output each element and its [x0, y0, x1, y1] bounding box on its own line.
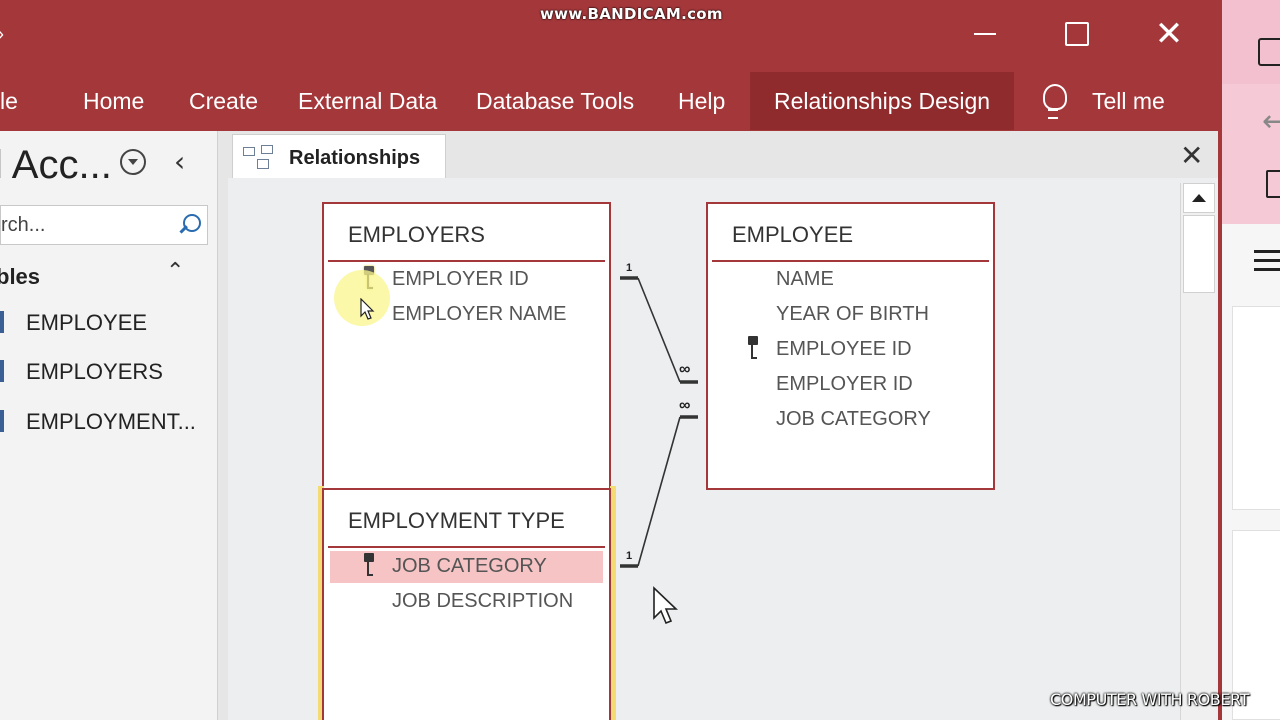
- tell-me-search[interactable]: Tell me: [1092, 72, 1165, 130]
- nav-search-input[interactable]: rch...: [0, 205, 208, 245]
- ribbon-tabs: le Home Create External Data Database To…: [0, 72, 1218, 130]
- tab-database-tools[interactable]: Database Tools: [476, 72, 634, 130]
- close-document-button[interactable]: ✕: [1180, 139, 1203, 172]
- document-tab-label: Relationships: [289, 147, 421, 169]
- vertical-scrollbar[interactable]: [1180, 183, 1216, 720]
- table-icon: [0, 311, 4, 333]
- table-title: EMPLOYERS: [348, 222, 485, 247]
- list-icon[interactable]: [1254, 250, 1280, 272]
- recording-watermark: www.BANDICAM.com: [540, 5, 723, 23]
- search-icon[interactable]: [177, 212, 201, 238]
- back-arrow-icon[interactable]: ←: [1262, 104, 1280, 139]
- scroll-up-button[interactable]: [1183, 183, 1215, 213]
- table-title: EMPLOYEE: [732, 222, 854, 247]
- field-name-label: JOB CATEGORY: [776, 408, 931, 430]
- folder-icon[interactable]: [1266, 170, 1280, 198]
- scroll-thumb[interactable]: [1183, 215, 1215, 293]
- field-name: JOB CATEGORY: [392, 555, 547, 577]
- field-employer-id-fk[interactable]: EMPLOYER ID: [714, 369, 987, 401]
- tab-relationships-design[interactable]: Relationships Design: [750, 72, 1015, 130]
- table-icon: [0, 410, 4, 432]
- primary-key-icon: [364, 553, 376, 576]
- field-name: EMPLOYER ID: [392, 268, 529, 290]
- quick-access-arrow-icon[interactable]: ›: [0, 24, 4, 45]
- document-tab-strip: Relationships ✕: [228, 131, 1218, 178]
- nav-item-label: EMPLOYEE: [26, 310, 148, 335]
- navigation-pane: l Acc... ‹ rch... bles ⌃ EMPLOYEE EMPLOY…: [0, 131, 218, 720]
- side-panel-card: [1232, 306, 1280, 510]
- field-name[interactable]: NAME: [714, 264, 987, 296]
- relationships-icon: [243, 145, 275, 171]
- mouse-pointer-icon: [653, 586, 678, 625]
- relationship-many-label: ∞: [679, 397, 691, 414]
- table-title-divider: [712, 260, 989, 262]
- nav-item-label: EMPLOYMENT...: [26, 409, 196, 434]
- field-name: JOB DESCRIPTION: [392, 590, 574, 612]
- window-icon[interactable]: [1258, 38, 1280, 66]
- chevron-up-icon[interactable]: ⌃: [166, 259, 184, 284]
- table-title-divider: [328, 260, 605, 262]
- relationship-one-label: 1: [626, 262, 633, 274]
- field-name-label: YEAR OF BIRTH: [776, 303, 929, 325]
- field-job-category-fk[interactable]: JOB CATEGORY: [714, 404, 987, 436]
- nav-item-label: EMPLOYERS: [26, 359, 163, 384]
- field-name-label: NAME: [776, 268, 834, 290]
- tab-file[interactable]: le: [0, 72, 18, 130]
- tab-home[interactable]: Home: [83, 72, 144, 130]
- table-employee[interactable]: EMPLOYEE NAME YEAR OF BIRTH EMPLOYEE ID …: [706, 202, 995, 490]
- field-name-label: EMPLOYEE ID: [776, 338, 912, 360]
- channel-watermark: COMPUTER WITH ROBERT: [1050, 690, 1249, 709]
- field-job-description[interactable]: JOB DESCRIPTION: [330, 586, 603, 618]
- side-panel: ←: [1218, 0, 1280, 720]
- nav-item-employee[interactable]: EMPLOYEE: [0, 303, 210, 343]
- title-bar: › www.BANDICAM.com ✕ le Home Create Exte…: [0, 0, 1218, 131]
- search-placeholder: rch...: [1, 214, 46, 236]
- relationship-one-label: 1: [626, 550, 633, 562]
- nav-group-title[interactable]: bles: [0, 264, 40, 290]
- field-employee-id[interactable]: EMPLOYEE ID: [714, 334, 987, 366]
- primary-key-icon: [748, 336, 760, 359]
- tab-relationships-document[interactable]: Relationships: [232, 134, 446, 178]
- mouse-cursor-icon: [360, 298, 375, 320]
- maximize-button[interactable]: [1054, 14, 1100, 54]
- field-name: EMPLOYER NAME: [392, 303, 567, 325]
- table-title: EMPLOYMENT TYPE: [348, 508, 565, 533]
- close-window-button[interactable]: ✕: [1146, 14, 1192, 54]
- tab-help[interactable]: Help: [678, 72, 725, 130]
- table-icon: [0, 360, 4, 382]
- field-job-category[interactable]: JOB CATEGORY: [330, 551, 603, 583]
- lightbulb-icon[interactable]: [1040, 82, 1068, 120]
- tab-create[interactable]: Create: [189, 72, 258, 130]
- nav-dropdown-icon[interactable]: [120, 149, 146, 175]
- field-year-of-birth[interactable]: YEAR OF BIRTH: [714, 299, 987, 331]
- chevron-left-icon[interactable]: ‹: [174, 145, 185, 178]
- relationship-many-label: ∞: [679, 361, 691, 378]
- table-title-divider: [328, 546, 605, 548]
- table-employment-type[interactable]: EMPLOYMENT TYPE JOB CATEGORY JOB DESCRIP…: [322, 488, 611, 720]
- minimize-button[interactable]: [962, 14, 1008, 54]
- nav-pane-title[interactable]: l Acc...: [0, 143, 112, 188]
- nav-item-employment-type[interactable]: EMPLOYMENT...: [0, 402, 210, 442]
- tab-external-data[interactable]: External Data: [298, 72, 437, 130]
- nav-item-employers[interactable]: EMPLOYERS: [0, 352, 210, 392]
- table-employers[interactable]: EMPLOYERS EMPLOYER ID EMPLOYER NAME: [322, 202, 611, 490]
- field-name-label: EMPLOYER ID: [776, 373, 913, 395]
